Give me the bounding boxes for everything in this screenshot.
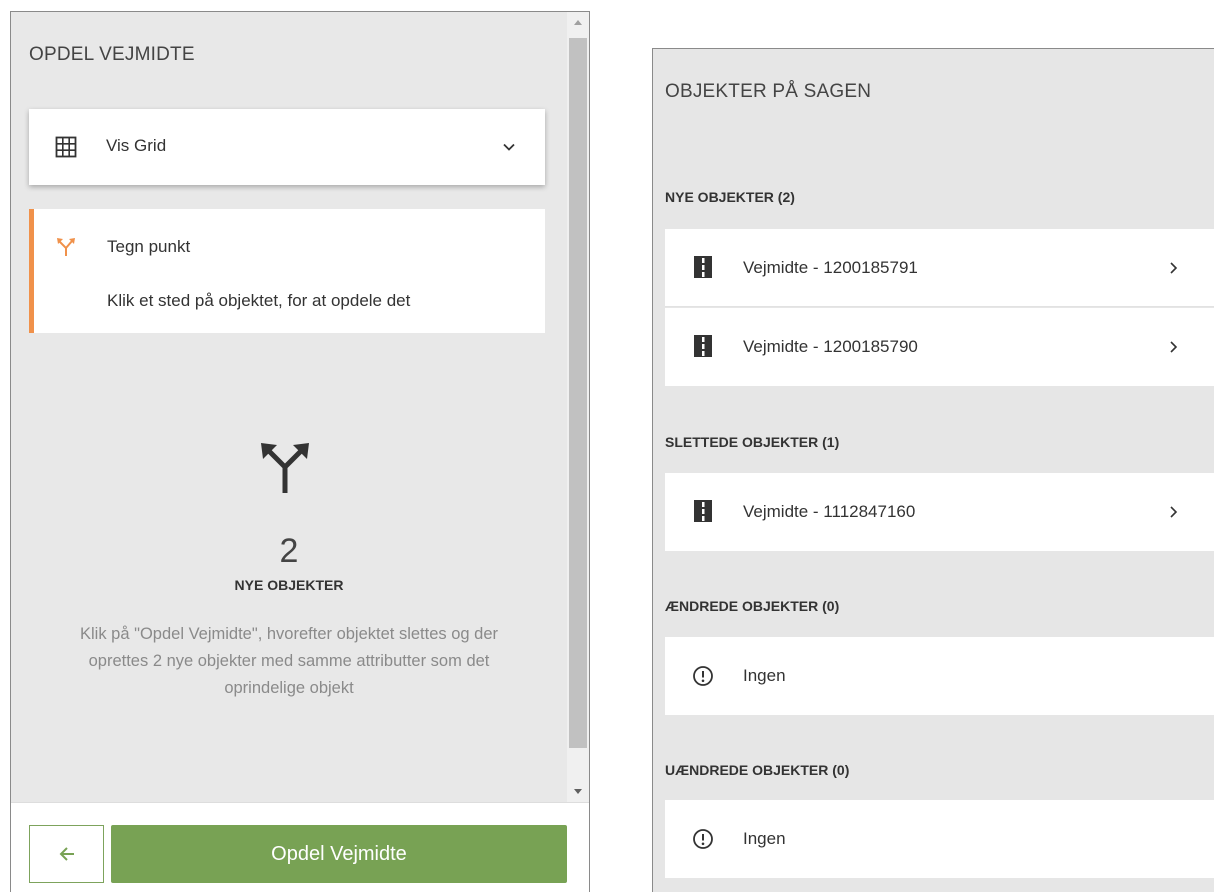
road-icon (694, 500, 712, 522)
grid-toggle-dropdown[interactable]: Vis Grid (29, 109, 545, 185)
list-item-label: Ingen (743, 666, 786, 685)
section-header-new: NYE OBJEKTER (2) (665, 189, 795, 205)
chevron-right-icon (1170, 506, 1178, 518)
panel-title: OPDEL VEJMIDTE (29, 44, 195, 65)
list-item[interactable]: Vejmidte - 1112847160 (665, 473, 1214, 551)
grid-toggle-label: Vis Grid (106, 136, 167, 155)
draw-step-title: Tegn punkt (107, 237, 191, 256)
list-item[interactable]: Vejmidte - 1200185790 (665, 308, 1214, 386)
draw-step-instruction: Klik et sted på objektet, for at opdele … (107, 291, 411, 310)
list-item[interactable]: Vejmidte - 1200185791 (665, 229, 1214, 307)
scroll-down-arrow-icon[interactable] (567, 780, 589, 802)
road-icon (694, 335, 712, 357)
road-icon (694, 256, 712, 278)
chevron-down-icon (503, 143, 515, 151)
chevron-right-icon (1170, 262, 1178, 274)
draw-point-step: Tegn punkt Klik et sted på objektet, for… (29, 209, 545, 333)
section-header-changed: ÆNDREDE OBJEKTER (0) (665, 598, 840, 614)
chevron-right-icon (1170, 341, 1178, 353)
list-item: Ingen (665, 637, 1214, 715)
scroll-up-arrow-icon[interactable] (567, 12, 589, 34)
new-objects-count: 2 (279, 532, 299, 570)
list-item-label: Vejmidte - 1112847160 (743, 502, 916, 521)
alert-circle-icon (693, 666, 713, 686)
case-objects-panel: OBJEKTER PÅ SAGEN NYE OBJEKTER (2) Vejmi… (652, 48, 1214, 892)
back-button[interactable] (29, 825, 104, 883)
list-item-label: Vejmidte - 1200185790 (743, 337, 918, 356)
split-description: Klik på "Opdel Vejmidte", hvorefter obje… (79, 625, 499, 697)
list-item-label: Vejmidte - 1200185791 (743, 258, 918, 277)
section-header-unchanged: UÆNDREDE OBJEKTER (0) (665, 762, 850, 778)
list-item: Ingen (665, 800, 1214, 878)
alert-circle-icon (693, 829, 713, 849)
list-item-label: Ingen (743, 829, 786, 848)
scroll-thumb[interactable] (569, 38, 587, 748)
vertical-scrollbar[interactable] (567, 12, 589, 802)
action-footer: Opdel Vejmidte (11, 802, 589, 892)
grid-icon (55, 136, 77, 158)
split-arrow-icon (261, 443, 309, 493)
panel-title: OBJEKTER PÅ SAGEN (665, 81, 872, 102)
arrow-left-icon (59, 847, 74, 861)
split-panel: OPDEL VEJMIDTE Vis Grid Tegn punkt Klik … (10, 11, 590, 892)
new-objects-label: NYE OBJEKTER (234, 577, 344, 593)
section-header-deleted: SLETTEDE OBJEKTER (1) (665, 434, 840, 450)
split-arrow-icon (57, 238, 75, 256)
split-road-button[interactable]: Opdel Vejmidte (111, 825, 567, 883)
split-panel-content: OPDEL VEJMIDTE Vis Grid Tegn punkt Klik … (11, 12, 567, 802)
